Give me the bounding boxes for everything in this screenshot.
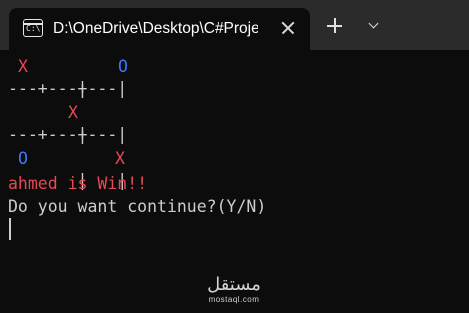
new-tab-button[interactable] [324, 15, 346, 37]
board-cell-2-2: X [68, 103, 78, 122]
board-divider-1: ---+---+--- [8, 79, 118, 98]
board-divider-2: ---+---+--- [8, 125, 118, 144]
terminal-tab[interactable]: C:\ D:\OneDrive\Desktop\C#Projects [9, 8, 310, 50]
board-cell-1-3: O [118, 57, 128, 76]
board-cell-3-3: X [115, 149, 125, 168]
watermark-arabic: مستقل [207, 274, 261, 295]
watermark-logo: مستقل mostaql.com [204, 275, 264, 313]
board-row-3: | | O X [18, 149, 128, 190]
continue-prompt: Do you want continue?(Y/N) [8, 197, 267, 216]
board-cell-3-1: O [18, 149, 28, 168]
board-row-1: | | X O [18, 57, 128, 98]
text-cursor [9, 218, 11, 240]
watermark-latin: mostaql.com [208, 295, 260, 304]
result-message: ahmed is Win!! [8, 174, 148, 193]
board-cell-1-1: X [18, 57, 28, 76]
terminal-icon: C:\ [23, 19, 43, 37]
tab-bar: C:\ D:\OneDrive\Desktop\C#Projects [0, 0, 469, 50]
board-row-2: | | X [47, 103, 128, 144]
tab-title: D:\OneDrive\Desktop\C#Projects [53, 20, 258, 37]
close-icon[interactable] [277, 17, 299, 39]
chevron-down-icon[interactable] [364, 18, 384, 34]
